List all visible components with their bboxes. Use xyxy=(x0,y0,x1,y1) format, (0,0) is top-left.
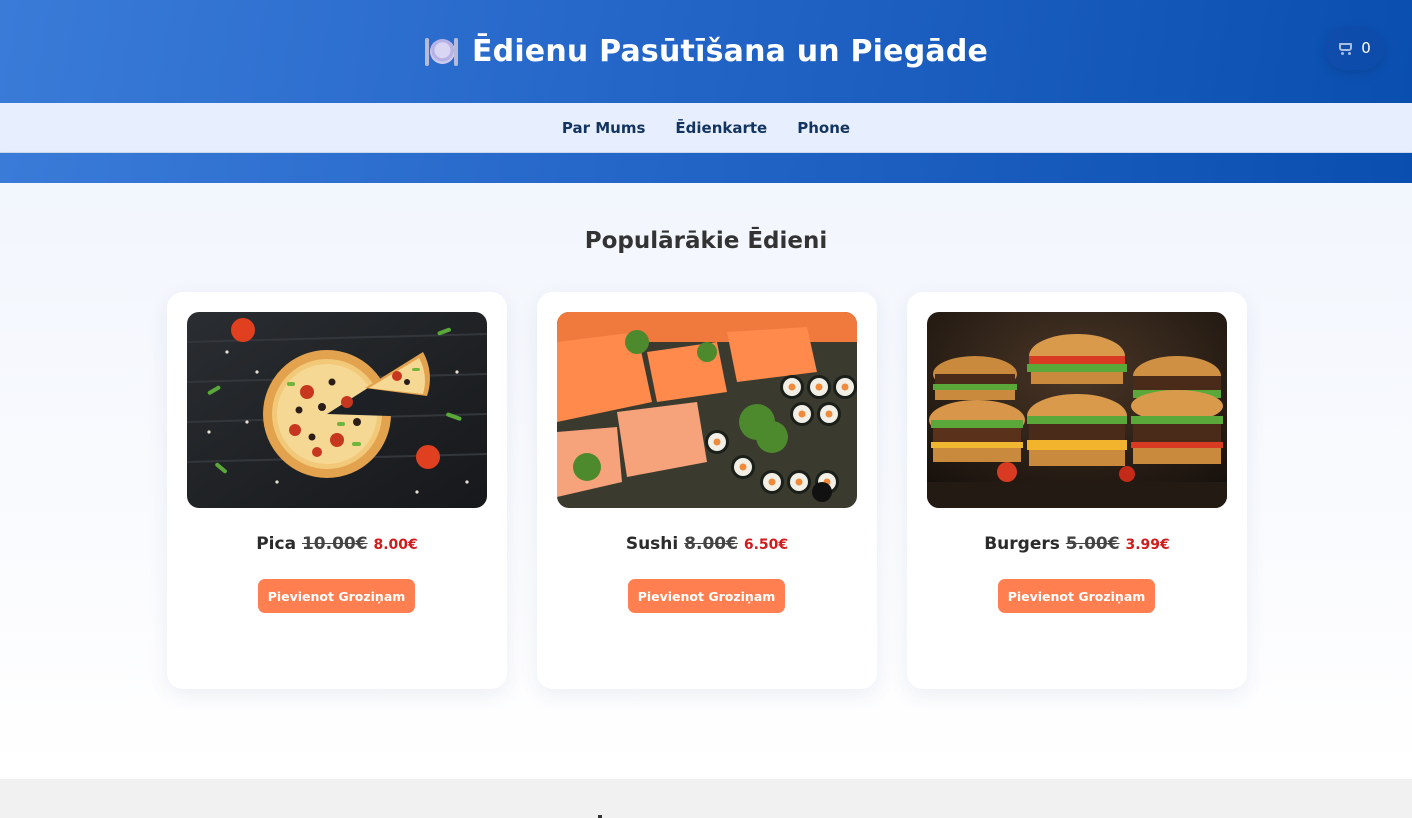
product-image-pica xyxy=(187,312,487,508)
brand: Ēdienu Pasūtīšana un Piegāde xyxy=(424,34,988,69)
add-to-cart-button-burgers[interactable]: Pievienot Groziņam xyxy=(998,579,1155,613)
product-name: Burgers xyxy=(984,534,1060,554)
product-card-pica: Pica 10.00€ 8.00€ Pievienot Groziņam xyxy=(167,292,507,689)
cart-button[interactable]: 0 xyxy=(1324,26,1384,70)
add-to-cart-button-sushi[interactable]: Pievienot Groziņam xyxy=(628,579,785,613)
plate-with-cutlery-icon xyxy=(424,35,458,69)
product-name: Pica xyxy=(256,534,297,554)
main-nav: Par Mums Ēdienkarte Phone xyxy=(0,103,1412,153)
old-price: 10.00€ xyxy=(301,534,368,554)
product-card-sushi: Sushi 8.00€ 6.50€ Pievienot Groziņam xyxy=(537,292,877,689)
product-title-burgers: Burgers 5.00€ 3.99€ xyxy=(907,534,1247,554)
sale-price: 6.50€ xyxy=(743,537,789,553)
old-price: 5.00€ xyxy=(1065,534,1120,554)
product-image-sushi xyxy=(557,312,857,508)
hero-band xyxy=(0,153,1412,183)
section-title: Populārākie Ēdieni xyxy=(584,228,828,254)
sale-price: 3.99€ xyxy=(1125,537,1170,553)
cart-count: 0 xyxy=(1361,39,1371,57)
old-price: 8.00€ xyxy=(684,534,738,554)
sale-price: 8.00€ xyxy=(373,537,418,553)
nav-link-edienkarte[interactable]: Ēdienkarte xyxy=(675,119,767,137)
nav-link-par-mums[interactable]: Par Mums xyxy=(562,119,646,137)
site-title: Ēdienu Pasūtīšana un Piegāde xyxy=(471,34,989,69)
shopping-cart-icon xyxy=(1337,41,1353,55)
nav-link-phone[interactable]: Phone xyxy=(797,119,850,137)
product-card-burgers: Burgers 5.00€ 3.99€ Pievienot Groziņam xyxy=(907,292,1247,689)
add-to-cart-button-pica[interactable]: Pievienot Groziņam xyxy=(258,579,415,613)
site-header: Ēdienu Pasūtīšana un Piegāde 0 xyxy=(0,0,1412,103)
product-image-burgers xyxy=(927,312,1227,508)
product-title-sushi: Sushi 8.00€ 6.50€ xyxy=(537,534,877,554)
popular-dishes-section: Populārākie Ēdieni Pica 10.00€ 8.00€ Pie… xyxy=(0,183,1412,779)
site-footer xyxy=(0,779,1412,818)
product-name: Sushi xyxy=(625,534,679,554)
product-title-pica: Pica 10.00€ 8.00€ xyxy=(167,534,507,554)
